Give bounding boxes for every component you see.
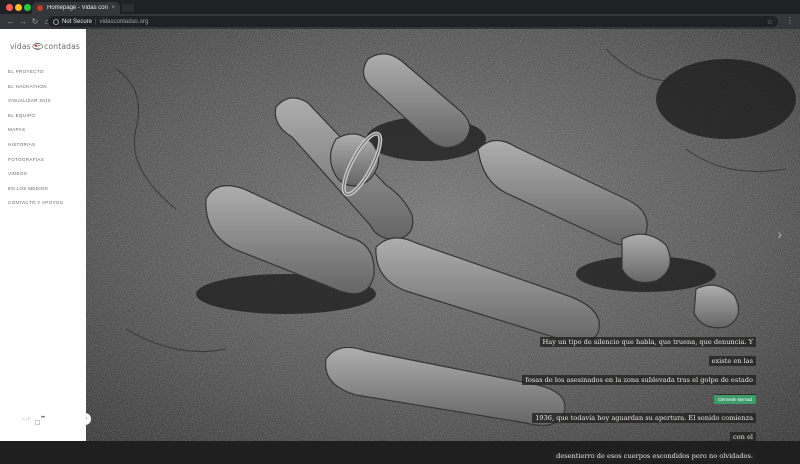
- tab-title: Homepage - Vidas contadas: [47, 5, 109, 11]
- security-label: Not Secure: [62, 18, 93, 25]
- nav-item-mapas[interactable]: Mapas: [8, 126, 63, 141]
- browser-tab-bar: Homepage - Vidas contadas ×: [0, 0, 800, 14]
- logo-mark-icon: [32, 43, 43, 50]
- nav-item-proyecto[interactable]: El proyecto: [8, 68, 63, 83]
- sidebar: vidas contadas El proyecto El hackathon …: [0, 29, 86, 441]
- window-zoom-button[interactable]: [24, 4, 31, 11]
- nav-item-medios[interactable]: En los medios: [8, 185, 63, 200]
- logo-word-left: vidas: [10, 41, 31, 51]
- nav-item-hackathon[interactable]: El hackathon: [8, 83, 63, 98]
- browser-tab[interactable]: Homepage - Vidas contadas ×: [32, 2, 120, 14]
- main-nav: El proyecto El hackathon Visualizar 2015…: [8, 68, 63, 214]
- photo-credit-badge[interactable]: Clemente Bernad: [713, 395, 756, 404]
- sidebar-footer: C | E •••: [22, 415, 45, 421]
- more-dots-icon[interactable]: •••: [41, 415, 45, 421]
- nav-item-fotografias[interactable]: Fotografías: [8, 156, 63, 171]
- reload-icon[interactable]: ↻: [30, 17, 40, 26]
- nav-item-visualizar[interactable]: Visualizar 2015: [8, 97, 63, 112]
- browser-toolbar: ← → ↻ ⌂ Not Secure | vidascontadas.org ☆…: [0, 14, 800, 29]
- bookmark-star-icon[interactable]: ☆: [767, 18, 773, 26]
- page: vidas contadas El proyecto El hackathon …: [0, 29, 800, 461]
- caption-line-3: 1936, que todavía hoy aguardan su apertu…: [532, 413, 756, 442]
- info-icon[interactable]: [53, 18, 59, 25]
- nav-item-equipo[interactable]: El equipo: [8, 112, 63, 127]
- url-text[interactable]: vidascontadas.org: [100, 19, 149, 25]
- address-bar[interactable]: Not Secure | vidascontadas.org ☆: [48, 16, 778, 27]
- broken-image-icon: [35, 420, 40, 425]
- tab-close-icon[interactable]: ×: [111, 5, 115, 11]
- caption-line-1: Hay un tipo de silencio que habla, que t…: [539, 337, 756, 366]
- nav-item-contacto[interactable]: Contacto y apoyos: [8, 199, 63, 214]
- nav-item-videos[interactable]: Vídeos: [8, 170, 63, 185]
- window-minimize-button[interactable]: [15, 4, 22, 11]
- site-logo[interactable]: vidas contadas: [10, 38, 80, 54]
- caption-line-4: desentierro de esos cuerpos escondidos p…: [553, 451, 756, 461]
- new-tab-button[interactable]: [122, 4, 134, 12]
- window-close-button[interactable]: [6, 4, 13, 11]
- forward-icon[interactable]: →: [18, 17, 28, 26]
- language-switch[interactable]: C | E: [22, 416, 31, 421]
- favicon-icon: [37, 5, 43, 11]
- browser-menu-icon[interactable]: ⋮: [786, 16, 794, 25]
- back-icon[interactable]: ←: [6, 17, 16, 26]
- address-separator: |: [95, 18, 97, 25]
- logo-word-right: contadas: [44, 41, 80, 51]
- nav-item-historias[interactable]: Historias: [8, 141, 63, 156]
- next-slide-arrow-icon[interactable]: ›: [777, 226, 782, 242]
